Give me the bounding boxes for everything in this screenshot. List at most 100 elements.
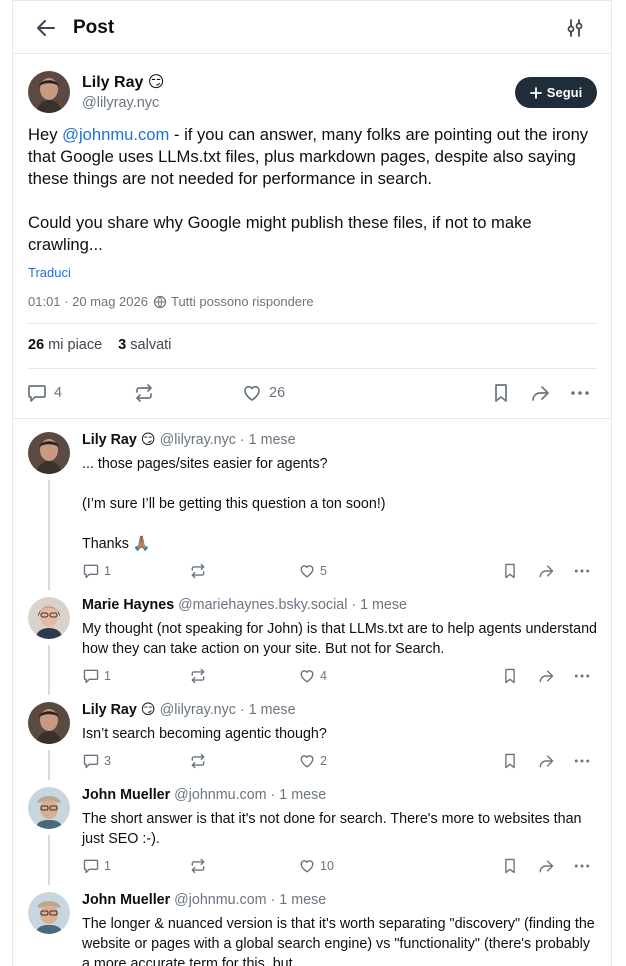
- repost-button[interactable]: [133, 380, 155, 406]
- reply-icon: [83, 754, 99, 769]
- avatar[interactable]: [28, 597, 70, 639]
- more-options-button[interactable]: [573, 561, 591, 581]
- share-button[interactable]: [529, 380, 551, 406]
- more-options-button[interactable]: [573, 751, 591, 771]
- reply-author-name[interactable]: John Mueller: [82, 892, 170, 908]
- like-button[interactable]: 10: [298, 856, 334, 876]
- reply-author-handle[interactable]: @lilyray.nyc: [160, 432, 236, 448]
- avatar[interactable]: [28, 432, 70, 474]
- bookmark-icon: [505, 668, 515, 684]
- top-bar: Post: [13, 1, 611, 54]
- repost-icon: [191, 668, 205, 684]
- share-button[interactable]: [537, 561, 555, 581]
- reply-setting[interactable]: Tutti possono rispondere: [153, 294, 314, 309]
- bookmark-button[interactable]: [490, 380, 512, 406]
- thread-line: [48, 645, 50, 695]
- filter-sliders-icon: [567, 19, 583, 37]
- reply-actions: 1 4: [82, 666, 602, 686]
- thread-settings-button[interactable]: [563, 16, 587, 40]
- more-options-button[interactable]: [573, 856, 591, 876]
- more-options-button[interactable]: [569, 380, 591, 406]
- post-text: Hey @johnmu.com - if you can answer, man…: [28, 124, 598, 256]
- reply-time[interactable]: · 1 mese: [240, 702, 296, 718]
- reply-item[interactable]: Lily Ray 😏 @lilyray.nyc · 1 mese ... tho…: [13, 432, 611, 592]
- reply-icon: [83, 859, 99, 874]
- like-count: 5: [320, 564, 327, 578]
- follow-label: Segui: [546, 85, 583, 100]
- follow-button[interactable]: Segui: [515, 77, 597, 108]
- post-text-prefix: Hey: [28, 125, 63, 144]
- reply-button[interactable]: 1: [82, 856, 111, 876]
- reply-time[interactable]: · 1 mese: [351, 597, 407, 613]
- like-count: 4: [320, 669, 327, 683]
- repost-button[interactable]: [189, 561, 207, 581]
- repost-icon: [191, 753, 205, 769]
- like-button[interactable]: 5: [298, 561, 327, 581]
- share-icon: [532, 386, 549, 401]
- reply-author-handle[interactable]: @lilyray.nyc: [160, 702, 236, 718]
- saves-count[interactable]: 3 salvati: [118, 337, 171, 353]
- reply-author-handle[interactable]: @johnmu.com: [174, 892, 266, 908]
- reply-author-handle[interactable]: @johnmu.com: [174, 787, 266, 803]
- reply-item[interactable]: Lily Ray 😏 @lilyray.nyc · 1 mese Isn’t s…: [13, 702, 611, 782]
- saves-number: 3: [118, 337, 127, 353]
- author-handle[interactable]: @lilyray.nyc: [82, 95, 159, 111]
- reply-time[interactable]: · 1 mese: [271, 892, 327, 908]
- reply-icon: [83, 564, 99, 579]
- bookmark-button[interactable]: [501, 856, 519, 876]
- page-title: Post: [73, 17, 115, 38]
- repost-button[interactable]: [189, 751, 207, 771]
- more-options-button[interactable]: [573, 666, 591, 686]
- reply-header: Lily Ray 😏 @lilyray.nyc · 1 mese: [82, 702, 296, 718]
- more-icon: [574, 759, 590, 763]
- bookmark-icon: [495, 384, 507, 402]
- translate-link[interactable]: Traduci: [28, 265, 71, 280]
- post-timestamp[interactable]: 01:01 · 20 mag 2026: [28, 294, 148, 309]
- repost-button[interactable]: [189, 856, 207, 876]
- author-name[interactable]: Lily Ray 😏: [82, 72, 164, 92]
- likes-count[interactable]: 26 mi piace: [28, 337, 102, 353]
- mention-link[interactable]: @johnmu.com: [62, 125, 169, 144]
- avatar[interactable]: [28, 787, 70, 829]
- reply-count: 4: [54, 385, 63, 401]
- reply-item[interactable]: John Mueller @johnmu.com · 1 mese The lo…: [13, 892, 611, 966]
- reply-time[interactable]: · 1 mese: [240, 432, 296, 448]
- reply-text: Isn’t search becoming agentic though?: [82, 726, 327, 742]
- heart-icon: [300, 565, 314, 578]
- reply-author-name[interactable]: Lily Ray 😏: [82, 432, 156, 448]
- reply-text: ... those pages/sites easier for agents?…: [82, 456, 386, 552]
- heart-icon: [300, 670, 314, 683]
- reply-button[interactable]: 4: [26, 380, 62, 406]
- reply-item[interactable]: Marie Haynes @mariehaynes.bsky.social · …: [13, 597, 611, 697]
- reply-author-name[interactable]: Marie Haynes: [82, 597, 174, 613]
- reply-header: John Mueller @johnmu.com · 1 mese: [82, 892, 326, 908]
- share-button[interactable]: [537, 751, 555, 771]
- avatar[interactable]: [28, 71, 70, 113]
- reply-author-name[interactable]: Lily Ray 😏: [82, 702, 156, 718]
- reply-setting-label: Tutti possono rispondere: [170, 294, 314, 309]
- reply-author-handle[interactable]: @mariehaynes.bsky.social: [178, 597, 347, 613]
- like-button[interactable]: 26: [241, 380, 285, 406]
- like-button[interactable]: 2: [298, 751, 327, 771]
- repost-button[interactable]: [189, 666, 207, 686]
- bookmark-button[interactable]: [501, 751, 519, 771]
- reply-time[interactable]: · 1 mese: [271, 787, 327, 803]
- reply-author-name[interactable]: John Mueller: [82, 787, 170, 803]
- reply-icon: [28, 385, 46, 402]
- bookmark-button[interactable]: [501, 666, 519, 686]
- reply-item[interactable]: John Mueller @johnmu.com · 1 mese The sh…: [13, 787, 611, 887]
- share-button[interactable]: [537, 856, 555, 876]
- reply-button[interactable]: 3: [82, 751, 111, 771]
- reply-button[interactable]: 1: [82, 666, 111, 686]
- reply-text: My thought (not speaking for John) is th…: [82, 621, 601, 657]
- bookmark-button[interactable]: [501, 561, 519, 581]
- avatar[interactable]: [28, 892, 70, 934]
- reply-button[interactable]: 1: [82, 561, 111, 581]
- share-button[interactable]: [537, 666, 555, 686]
- plus-icon: [529, 86, 542, 99]
- avatar[interactable]: [28, 702, 70, 744]
- bookmark-icon: [505, 858, 515, 874]
- back-button[interactable]: [33, 15, 59, 41]
- like-button[interactable]: 4: [298, 666, 327, 686]
- app-frame: Post Lily Ray 😏 @lilyray.nyc Segui Hey @…: [12, 0, 612, 966]
